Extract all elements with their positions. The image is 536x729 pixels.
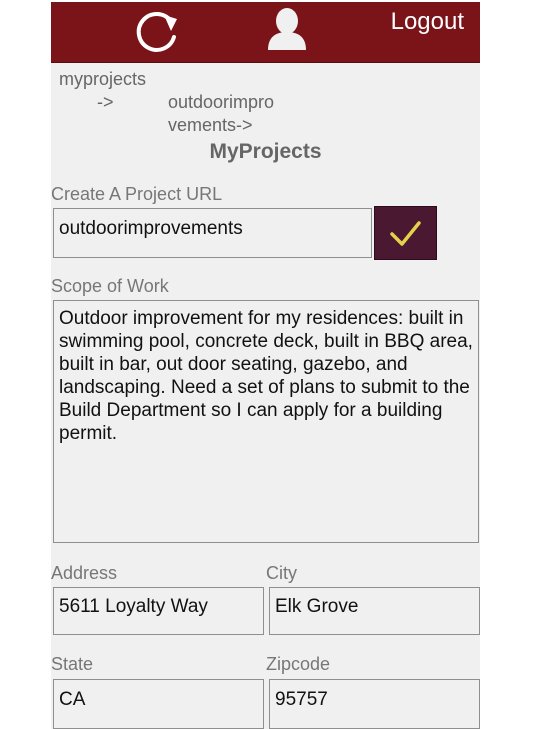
project-url-label: Create A Project URL: [51, 184, 223, 204]
zipcode-input[interactable]: 95757: [269, 679, 480, 729]
top-bar: Logout: [51, 2, 480, 63]
refresh-icon[interactable]: [131, 7, 183, 59]
app-screen: Logout myprojects -> outdoorimprovements…: [51, 2, 480, 729]
page-title: MyProjects: [209, 140, 322, 163]
city-input[interactable]: Elk Grove: [269, 587, 480, 635]
logout-button[interactable]: Logout: [391, 8, 464, 36]
project-url-input[interactable]: outdoorimprovements: [53, 208, 372, 258]
address-input[interactable]: 5611 Loyalty Way: [53, 587, 264, 635]
breadcrumb-link-myprojects[interactable]: myprojects: [59, 68, 146, 91]
zipcode-label: Zipcode: [266, 654, 331, 674]
breadcrumb-current-project: outdoorimprovements->: [168, 92, 275, 135]
user-profile-icon[interactable]: [265, 6, 309, 52]
scope-of-work-textarea[interactable]: Outdoor improvement for my residences: b…: [53, 300, 479, 543]
address-label: Address: [51, 563, 118, 583]
city-label: City: [266, 563, 297, 583]
scope-of-work-label: Scope of Work: [51, 276, 169, 296]
breadcrumb-separator: ->: [97, 92, 114, 112]
state-input[interactable]: CA: [53, 679, 264, 729]
state-label: State: [51, 654, 94, 674]
confirm-url-button[interactable]: [374, 206, 437, 260]
checkmark-icon: [390, 221, 421, 246]
